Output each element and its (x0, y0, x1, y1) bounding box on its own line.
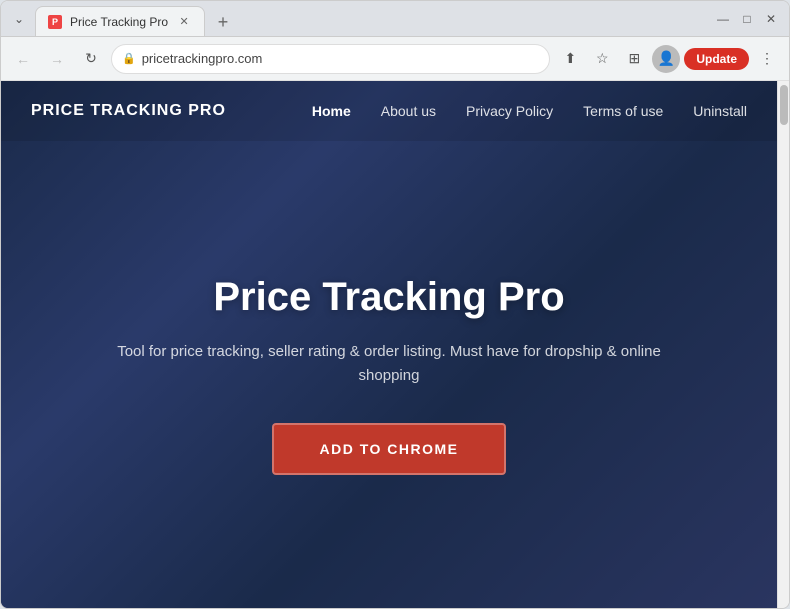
minimize-button[interactable]: — (713, 9, 733, 29)
address-bar[interactable]: 🔒 pricetrackingpro.com (111, 44, 550, 74)
add-to-chrome-button[interactable]: ADD TO CHROME (272, 423, 505, 475)
active-tab[interactable]: P Price Tracking Pro ✕ (35, 6, 205, 36)
address-text: pricetrackingpro.com (142, 51, 540, 66)
site-logo: PRICE TRACKING PRO (31, 102, 226, 120)
page-content: 106.82▼ 501.79▲ 380.09▼ 79.81▲ DAX11 (1, 81, 777, 608)
toolbar-icons: ⬆ ☆ ⊞ 👤 Update ⋮ (556, 45, 781, 73)
scrollbar-thumb[interactable] (780, 85, 788, 125)
nav-link-home[interactable]: Home (312, 103, 351, 119)
close-button[interactable]: ✕ (761, 9, 781, 29)
profile-icon[interactable]: 👤 (652, 45, 680, 73)
window-controls: ⌄ (9, 9, 29, 29)
back-button[interactable]: ← (9, 45, 37, 73)
lock-icon: 🔒 (122, 52, 136, 65)
nav-links: Home About us Privacy Policy Terms of us… (312, 103, 747, 119)
tab-area: P Price Tracking Pro ✕ + (35, 1, 707, 36)
hero-subtitle: Tool for price tracking, seller rating &… (99, 340, 679, 388)
chevron-down-icon[interactable]: ⌄ (9, 9, 29, 29)
maximize-button[interactable]: □ (737, 9, 757, 29)
forward-button[interactable]: → (43, 45, 71, 73)
hero-section: PRICE TRACKING PRO Home About us Privacy… (1, 81, 777, 608)
scrollbar[interactable] (777, 81, 789, 608)
tab-favicon: P (48, 15, 62, 29)
tab-title: Price Tracking Pro (70, 15, 168, 29)
new-tab-button[interactable]: + (209, 8, 237, 36)
website: 106.82▼ 501.79▲ 380.09▼ 79.81▲ DAX11 (1, 81, 777, 608)
content-area: 106.82▼ 501.79▲ 380.09▼ 79.81▲ DAX11 (1, 81, 789, 608)
grid-icon[interactable]: ⊞ (620, 45, 648, 73)
update-button[interactable]: Update (684, 48, 749, 70)
more-icon[interactable]: ⋮ (753, 45, 781, 73)
browser-toolbar: ← → ↻ 🔒 pricetrackingpro.com ⬆ ☆ ⊞ 👤 Upd… (1, 37, 789, 81)
refresh-button[interactable]: ↻ (77, 45, 105, 73)
hero-title: Price Tracking Pro (213, 275, 564, 320)
main-nav: PRICE TRACKING PRO Home About us Privacy… (1, 81, 777, 141)
tab-close-button[interactable]: ✕ (176, 14, 192, 30)
share-icon[interactable]: ⬆ (556, 45, 584, 73)
browser-window: ⌄ P Price Tracking Pro ✕ + — □ ✕ ← → ↻ 🔒… (0, 0, 790, 609)
title-bar-right-controls: — □ ✕ (713, 9, 781, 29)
bookmark-icon[interactable]: ☆ (588, 45, 616, 73)
title-bar: ⌄ P Price Tracking Pro ✕ + — □ ✕ (1, 1, 789, 37)
hero-body: Price Tracking Pro Tool for price tracki… (1, 141, 777, 608)
nav-link-terms[interactable]: Terms of use (583, 103, 663, 119)
nav-link-privacy[interactable]: Privacy Policy (466, 103, 553, 119)
nav-link-about[interactable]: About us (381, 103, 436, 119)
nav-link-uninstall[interactable]: Uninstall (693, 103, 747, 119)
